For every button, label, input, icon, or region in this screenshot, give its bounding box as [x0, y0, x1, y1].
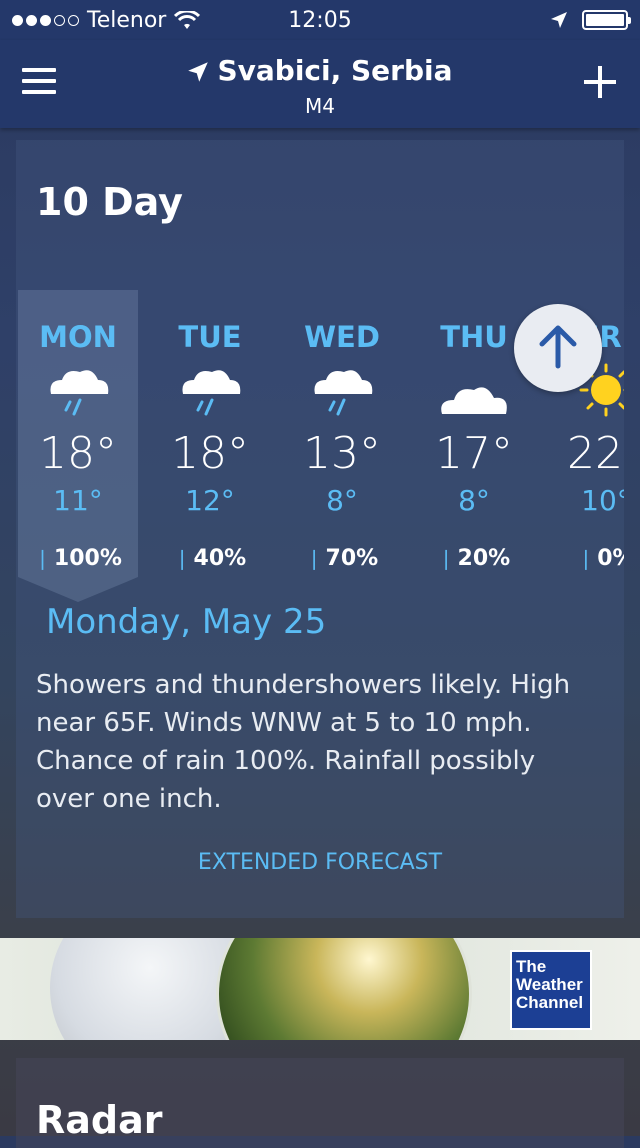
ad-banner[interactable]: The Weather Channel	[0, 938, 640, 1040]
day-name: TUE	[178, 320, 242, 354]
location-name: Svabici, Serbia	[217, 54, 453, 87]
precip-value: 20%	[457, 546, 511, 571]
raindrop-icon: ❘	[173, 546, 191, 570]
nav-bar: Svabici, Serbia M4	[0, 40, 640, 128]
day-high-temp: 18°	[39, 428, 117, 479]
day-high-temp: 18°	[171, 428, 249, 479]
status-bar: Telenor 12:05	[0, 0, 640, 40]
location-arrow-icon	[188, 62, 209, 82]
card-title: 10 Day	[36, 180, 183, 224]
day-low-temp: 10°	[581, 484, 624, 517]
weather-channel-logo: The Weather Channel	[510, 950, 592, 1030]
precip-value: 40%	[193, 546, 247, 571]
radar-title: Radar	[36, 1098, 163, 1142]
day-precip: ❘ 20%	[414, 546, 534, 571]
rain-cloud-icon	[182, 370, 241, 416]
day-low-temp: 11°	[53, 484, 103, 517]
ad-image-forest	[216, 938, 472, 1040]
forecast-description: Showers and thundershowers likely. High …	[36, 670, 571, 814]
location-subtitle: M4	[305, 94, 335, 118]
add-location-icon[interactable]	[584, 66, 616, 98]
battery-icon	[582, 10, 631, 30]
scroll-to-top-button[interactable]	[514, 304, 602, 392]
day-name: MON	[39, 320, 117, 354]
day-item-mon[interactable]: MON 18° 11° ❘ 100%	[18, 290, 138, 602]
location-services-icon	[551, 12, 567, 28]
extended-forecast-link[interactable]: EXTENDED FORECAST	[16, 850, 624, 875]
raindrop-icon: ❘	[305, 546, 323, 570]
status-time: 12:05	[288, 8, 352, 33]
day-item-wed[interactable]: WED 13° 8° ❘ 70%	[282, 290, 402, 602]
raindrop-icon: ❘	[34, 546, 51, 570]
day-precip: ❘ 70%	[282, 546, 402, 571]
precip-value: 100%	[53, 546, 122, 571]
radar-card[interactable]: Radar	[16, 1058, 624, 1148]
rain-cloud-icon	[314, 370, 373, 416]
day-high-temp: 13°	[303, 428, 381, 479]
precip-value: 0%	[597, 546, 624, 571]
day-low-temp: 12°	[185, 484, 235, 517]
day-precip: ❘0%	[546, 546, 624, 571]
location-title[interactable]: Svabici, Serbia	[0, 54, 640, 87]
day-low-temp: 8°	[458, 484, 490, 517]
day-high-temp: 22°	[567, 428, 624, 479]
raindrop-icon: ❘	[577, 546, 595, 570]
arrow-up-icon	[539, 325, 577, 369]
day-precip: ❘ 100%	[18, 546, 138, 571]
day-high-temp: 17°	[435, 428, 513, 479]
day-low-temp: 8°	[326, 484, 358, 517]
precip-value: 70%	[325, 546, 379, 571]
ten-day-card: 10 Day MON 18° 11° ❘ 100% TUE 18° 12° ❘ 40…	[16, 140, 624, 918]
selected-date: Monday, May 25	[46, 602, 327, 642]
raindrop-icon: ❘	[437, 546, 455, 570]
day-item-tue[interactable]: TUE 18° 12° ❘ 40%	[150, 290, 270, 602]
day-precip: ❘ 40%	[150, 546, 270, 571]
day-name: WED	[304, 320, 380, 354]
rain-cloud-icon	[50, 370, 109, 416]
